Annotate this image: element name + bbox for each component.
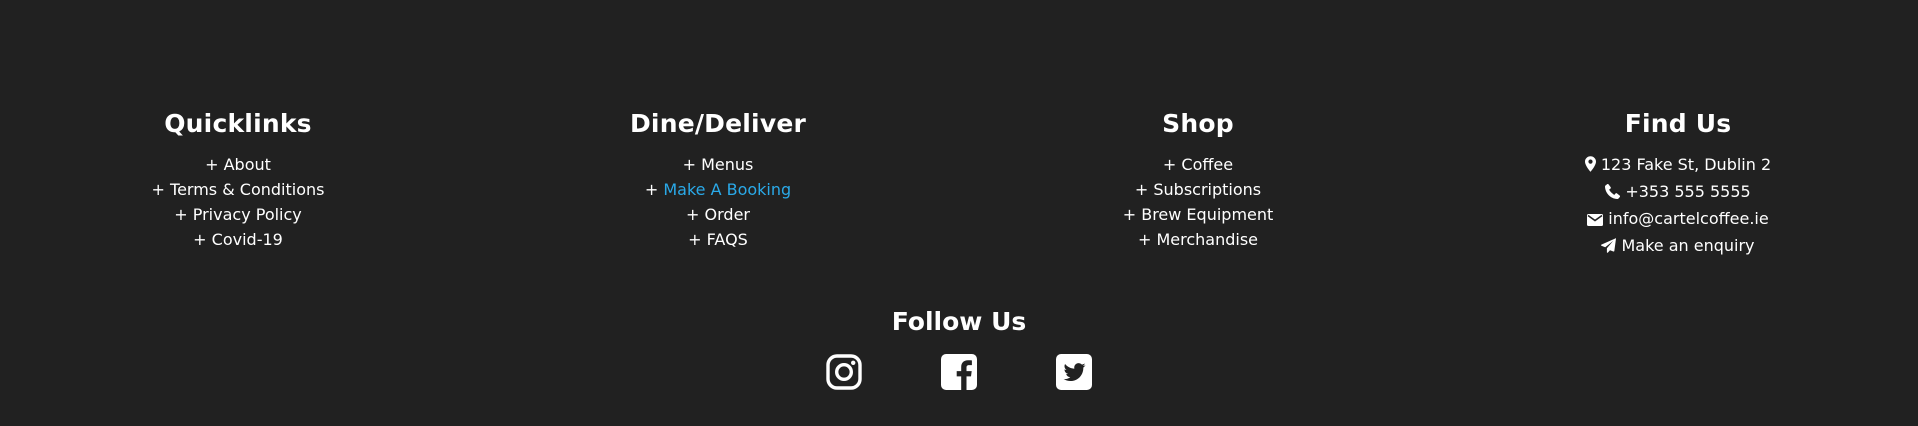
twitter-icon[interactable] bbox=[1055, 353, 1093, 391]
quicklinks-heading: Quicklinks bbox=[164, 109, 312, 138]
dine-deliver-heading: Dine/Deliver bbox=[629, 109, 807, 138]
follow-us-section: Follow Us bbox=[0, 306, 1918, 338]
link-subscriptions[interactable]: + Subscriptions bbox=[1135, 180, 1261, 199]
map-marker-icon bbox=[1584, 154, 1596, 179]
instagram-icon[interactable] bbox=[825, 353, 863, 391]
phone-item[interactable]: +353 555 5555 bbox=[1468, 179, 1888, 206]
link-make-a-booking[interactable]: Make A Booking bbox=[663, 180, 791, 199]
site-footer: Quicklinks + About + Terms & Conditions … bbox=[0, 0, 1918, 426]
link-order[interactable]: Order bbox=[705, 205, 750, 224]
email-text[interactable]: info@cartelcoffee.ie bbox=[1608, 209, 1768, 228]
quicklinks-list: + About + Terms & Conditions + Privacy P… bbox=[28, 152, 448, 252]
link-covid-19[interactable]: + Covid-19 bbox=[193, 230, 283, 249]
link-prefix: + bbox=[644, 180, 664, 199]
envelope-icon bbox=[1587, 208, 1604, 233]
address-item: 123 Fake St, Dublin 2 bbox=[1468, 152, 1888, 179]
facebook-icon[interactable] bbox=[940, 353, 978, 391]
phone-icon bbox=[1605, 181, 1621, 206]
link-prefix: + bbox=[686, 205, 705, 224]
shop-column: Shop + Coffee + Subscriptions + Brew Equ… bbox=[988, 108, 1408, 252]
enquiry-link[interactable]: Make an enquiry bbox=[1621, 236, 1754, 255]
link-terms-conditions[interactable]: + Terms & Conditions bbox=[152, 180, 325, 199]
link-menus[interactable]: Menus bbox=[701, 155, 753, 174]
follow-us-heading: Follow Us bbox=[891, 307, 1027, 336]
enquiry-item[interactable]: Make an enquiry bbox=[1468, 233, 1888, 260]
link-prefix: + bbox=[682, 155, 702, 174]
quicklinks-column: Quicklinks + About + Terms & Conditions … bbox=[28, 108, 448, 252]
shop-heading: Shop bbox=[1162, 109, 1234, 138]
link-faqs[interactable]: FAQS bbox=[707, 230, 748, 249]
link-merchandise[interactable]: + Merchandise bbox=[1138, 230, 1258, 249]
address-text: 123 Fake St, Dublin 2 bbox=[1600, 155, 1772, 174]
dine-deliver-list: + Menus + Make A Booking + Order + FAQS bbox=[508, 152, 928, 252]
find-us-column: Find Us 123 Fake St, Dublin 2 +353 555 5… bbox=[1468, 108, 1888, 260]
shop-list: + Coffee + Subscriptions + Brew Equipmen… bbox=[988, 152, 1408, 252]
find-us-list: 123 Fake St, Dublin 2 +353 555 5555 info… bbox=[1468, 152, 1888, 260]
phone-text[interactable]: +353 555 5555 bbox=[1625, 182, 1750, 201]
link-prefix: + bbox=[688, 230, 707, 249]
email-item[interactable]: info@cartelcoffee.ie bbox=[1468, 206, 1888, 233]
find-us-heading: Find Us bbox=[1624, 109, 1732, 138]
link-privacy-policy[interactable]: + Privacy Policy bbox=[174, 205, 302, 224]
paper-plane-icon bbox=[1601, 235, 1617, 260]
dine-deliver-column: Dine/Deliver + Menus + Make A Booking + … bbox=[508, 108, 928, 252]
link-about[interactable]: + About bbox=[205, 155, 271, 174]
link-coffee[interactable]: + Coffee bbox=[1163, 155, 1233, 174]
link-brew-equipment[interactable]: + Brew Equipment bbox=[1123, 205, 1274, 224]
